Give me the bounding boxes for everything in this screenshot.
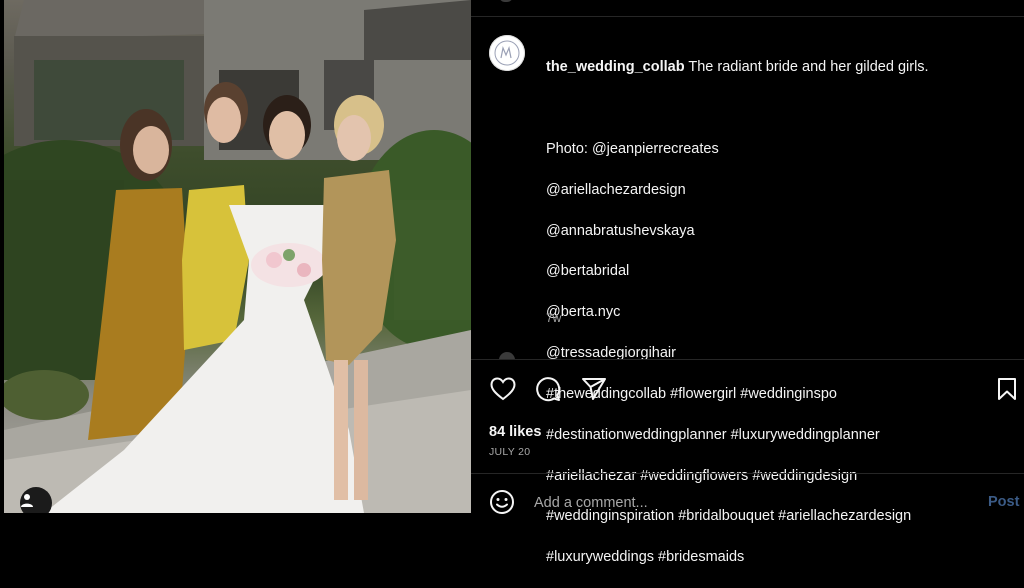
caption-line[interactable]: #ariellachezar #weddingflowers #weddingd…	[546, 466, 1006, 486]
caption-line[interactable]: #luxuryweddings #bridesmaids	[546, 547, 1006, 567]
caption-line[interactable]: @annabratushevskaya	[546, 221, 1006, 241]
heart-icon	[490, 377, 516, 401]
emoji-icon	[490, 490, 514, 514]
author-username[interactable]: the_wedding_collab	[546, 59, 685, 75]
send-icon	[582, 378, 606, 400]
caption-line[interactable]: @berta.nyc	[546, 302, 1006, 322]
caption-line	[546, 98, 1006, 118]
caption-line[interactable]: @tressadegiorgihair	[546, 343, 1006, 363]
caption-line[interactable]: @ariellachezardesign	[546, 180, 1006, 200]
monogram-logo	[494, 40, 520, 66]
caption-line[interactable]: #destinationweddingplanner #luxuryweddin…	[546, 425, 1006, 445]
caption-line[interactable]: #theweddingcollab #flowergirl #weddingin…	[546, 384, 1006, 404]
caption-line[interactable]: Photo: @jeanpierrecreates	[546, 139, 1006, 159]
post-comment-button[interactable]: Post	[988, 494, 1019, 510]
user-tag-icon	[21, 494, 33, 507]
user-tag-button[interactable]	[20, 487, 52, 513]
header-divider	[471, 16, 1024, 17]
comment-button[interactable]	[534, 375, 562, 403]
avatar-partial	[499, 0, 513, 2]
post-date[interactable]: JULY 20	[489, 446, 530, 458]
comment-divider	[471, 473, 1024, 474]
photo-illustration	[4, 0, 471, 513]
likes-count[interactable]: 84 likes	[489, 424, 541, 440]
caption-text: The radiant bride and her gilded girls.	[688, 59, 929, 76]
post-time-ago[interactable]: 7w	[546, 311, 561, 325]
caption-line[interactable]: @bertabridal	[546, 261, 1006, 281]
comment-icon	[536, 377, 561, 402]
actions-divider	[471, 359, 1024, 360]
comment-input[interactable]	[534, 492, 954, 514]
like-button[interactable]	[489, 375, 517, 403]
share-button[interactable]	[580, 375, 608, 403]
bookmark-icon	[998, 378, 1016, 400]
author-avatar[interactable]	[489, 35, 525, 71]
save-button[interactable]	[993, 375, 1021, 403]
post-photo[interactable]	[4, 0, 471, 513]
caption-first-line: the_wedding_collab The radiant bride and…	[546, 57, 1006, 77]
